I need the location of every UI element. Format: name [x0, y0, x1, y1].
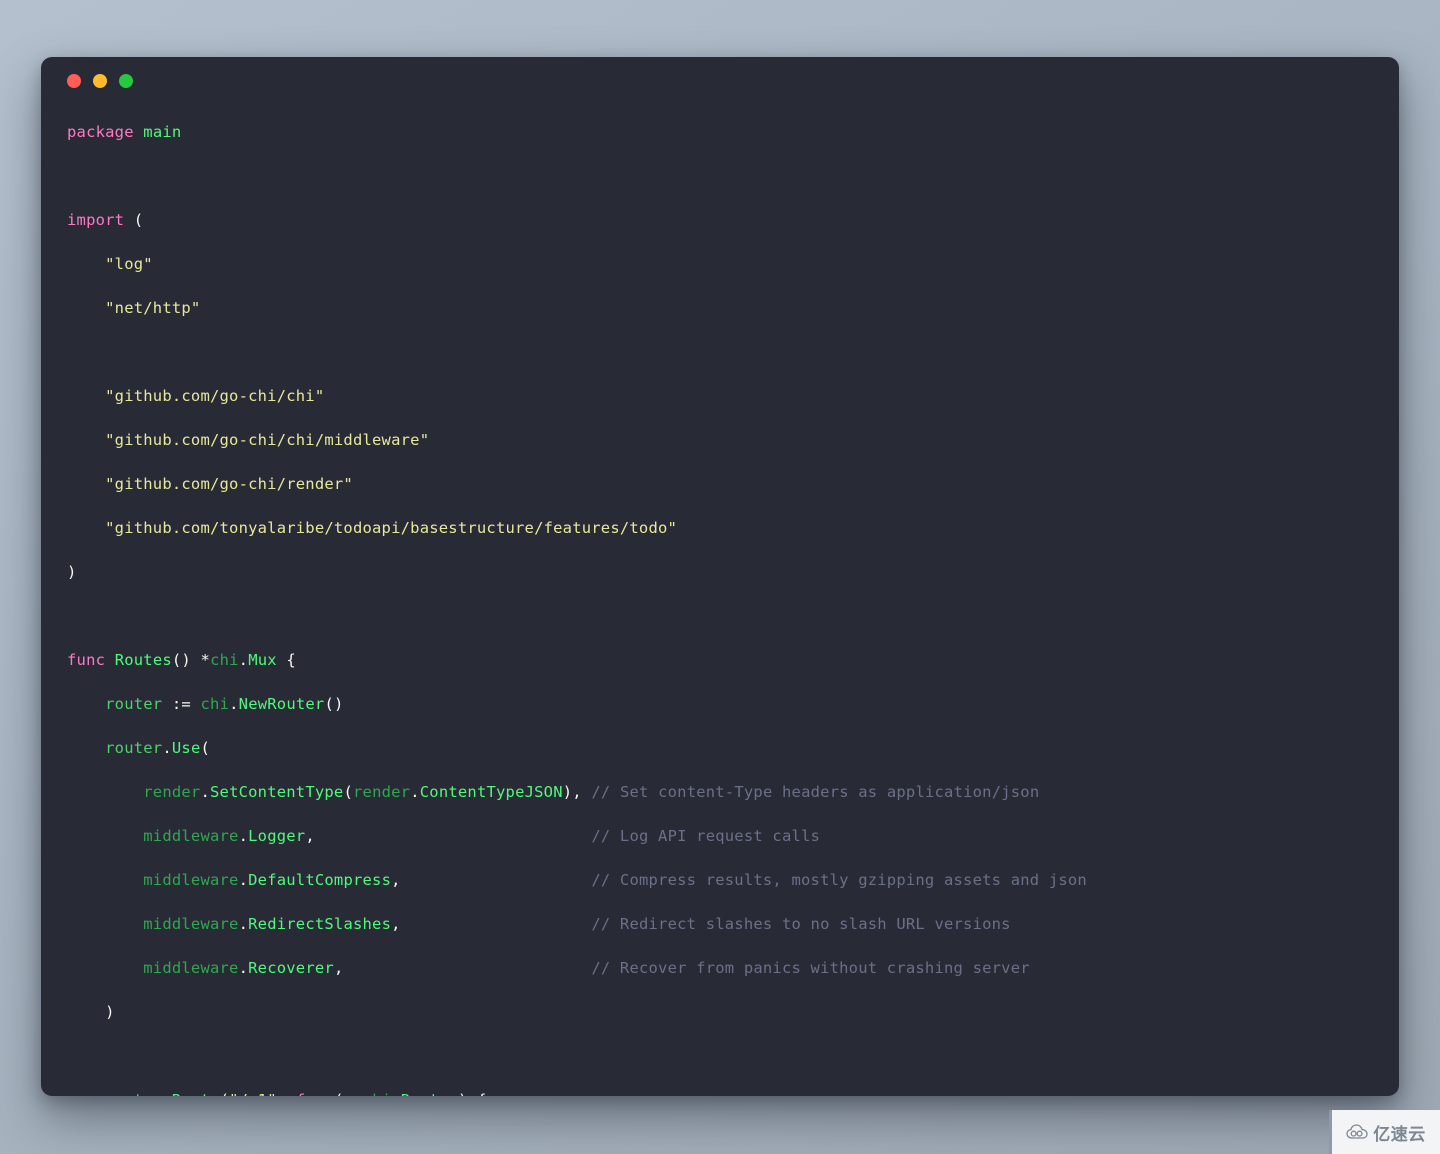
code-line: "net/http" [105, 299, 201, 317]
code-line: package main [67, 123, 182, 141]
code-line: ) [67, 563, 77, 581]
code-line: ) [105, 1003, 115, 1021]
code-line: "github.com/go-chi/chi" [105, 387, 325, 405]
code-line: "github.com/tonyalaribe/todoapi/basestru… [105, 519, 678, 537]
code-line: "github.com/go-chi/chi/middleware" [105, 431, 430, 449]
window-titlebar [41, 57, 1399, 105]
code-line: render.SetContentType(render.ContentType… [143, 783, 1040, 801]
code-line: middleware.Recoverer, // Recover from pa… [143, 959, 1030, 977]
code-line: router.Route("/v1", func(r chi.Router) { [67, 1089, 1373, 1096]
close-button[interactable] [67, 74, 81, 88]
watermark-text: 亿速云 [1373, 1124, 1426, 1145]
code-line: "github.com/go-chi/render" [105, 475, 353, 493]
code-block[interactable]: package main import ( "log" "net/http" "… [41, 105, 1399, 1096]
code-line: middleware.DefaultCompress, // Compress … [143, 871, 1087, 889]
code-line: middleware.Logger, // Log API request ca… [143, 827, 821, 845]
code-line: router.Use( [105, 739, 211, 757]
code-line: func Routes() *chi.Mux { [67, 651, 296, 669]
page-root: package main import ( "log" "net/http" "… [0, 0, 1440, 1154]
code-line: router := chi.NewRouter() [105, 695, 344, 713]
maximize-button[interactable] [119, 74, 133, 88]
code-line: middleware.RedirectSlashes, // Redirect … [143, 915, 1011, 933]
code-line: "log" [105, 255, 153, 273]
code-line: import ( [67, 211, 144, 229]
code-window: package main import ( "log" "net/http" "… [41, 57, 1399, 1096]
watermark: 亿速云 [1329, 1110, 1440, 1154]
minimize-button[interactable] [93, 74, 107, 88]
cloud-icon [1346, 1124, 1368, 1140]
